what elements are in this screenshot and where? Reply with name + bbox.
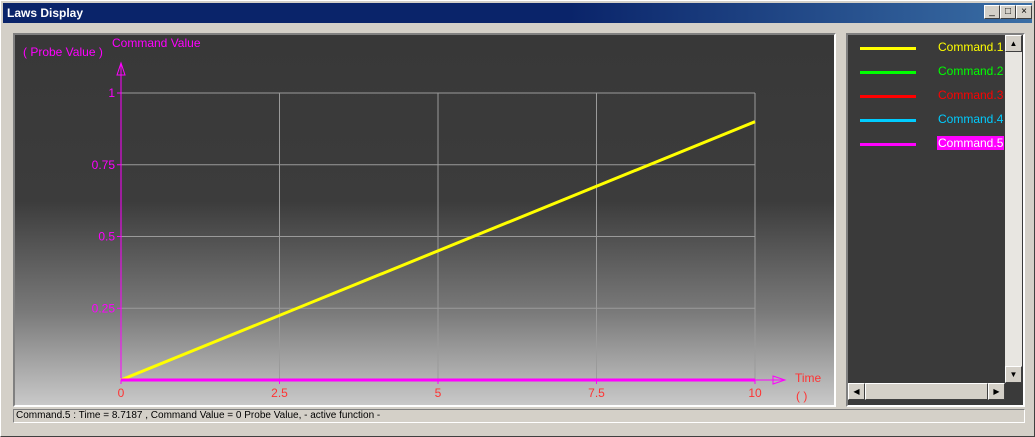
legend-label: Command.4 — [938, 112, 1004, 126]
y-tick-label: 0.75 — [92, 158, 116, 172]
x-tick-label: 10 — [748, 386, 762, 400]
close-button[interactable]: × — [1016, 5, 1032, 19]
status-bar: Command.5 : Time = 8.7187 , Command Valu… — [13, 409, 1025, 423]
y-axis-title: ( Probe Value ) — [23, 45, 103, 59]
legend-item-command-1[interactable]: Command.1 — [860, 39, 1003, 57]
maximize-button[interactable]: □ — [1000, 5, 1016, 19]
y-tick-label: 0.25 — [92, 301, 116, 315]
title-bar[interactable]: Laws Display _ □ × — [3, 3, 1032, 23]
legend-item-command-3[interactable]: Command.3 — [860, 87, 1003, 105]
scroll-left-button[interactable]: ◀ — [848, 383, 865, 400]
legend-label: Command.3 — [938, 88, 1004, 102]
scroll-right-button[interactable]: ▶ — [988, 383, 1005, 400]
x-axis-label: Time — [795, 371, 822, 385]
scroll-up-button[interactable]: ▲ — [1005, 35, 1022, 52]
law-chart: ( Probe Value ) Command Value Time ( ) 0… — [23, 36, 822, 403]
legend-label: Command.2 — [938, 64, 1004, 78]
legend-list[interactable]: Command.1 Command.2 Command.3 Command.4 Comm… — [848, 35, 1005, 383]
scroll-down-button[interactable]: ▼ — [1005, 366, 1022, 383]
x-axis-unit: ( ) — [796, 389, 807, 403]
laws-display-window: Laws Display _ □ × ( Probe Value ) Comma… — [0, 0, 1035, 437]
legend-swatch — [860, 47, 916, 50]
legend-item-command-5[interactable]: Command.5 — [860, 135, 1005, 153]
legend-item-command-4[interactable]: Command.4 — [860, 111, 1003, 129]
legend-label: Command.1 — [938, 40, 1004, 54]
grid — [121, 92, 756, 380]
axis-labels: ( Probe Value ) Command Value Time ( ) 0… — [23, 36, 822, 403]
minimize-button[interactable]: _ — [984, 5, 1000, 19]
legend-swatch — [860, 95, 916, 98]
x-tick-label: 0 — [118, 386, 125, 400]
y-tick-label: 1 — [108, 86, 115, 100]
x-tick-label: 7.5 — [588, 386, 605, 400]
legend-horizontal-scrollbar[interactable]: ◀ ▶ — [848, 383, 1005, 400]
legend-vertical-scrollbar[interactable]: ▲ ▼ — [1005, 35, 1022, 383]
legend-swatch — [860, 143, 916, 146]
y-axis-label: Command Value — [112, 36, 201, 50]
legend-swatch — [860, 119, 916, 122]
legend-label: Command.5 — [937, 136, 1005, 150]
window-title: Laws Display — [7, 6, 84, 20]
legend-item-command-2[interactable]: Command.2 — [860, 63, 1003, 81]
y-tick-label: 0.5 — [98, 230, 115, 244]
scroll-thumb[interactable] — [865, 383, 988, 400]
axes — [116, 61, 787, 385]
plot-area[interactable]: ( Probe Value ) Command Value Time ( ) 0… — [15, 35, 834, 405]
x-tick-label: 2.5 — [271, 386, 288, 400]
legend-swatch — [860, 71, 916, 74]
x-tick-label: 5 — [435, 386, 442, 400]
